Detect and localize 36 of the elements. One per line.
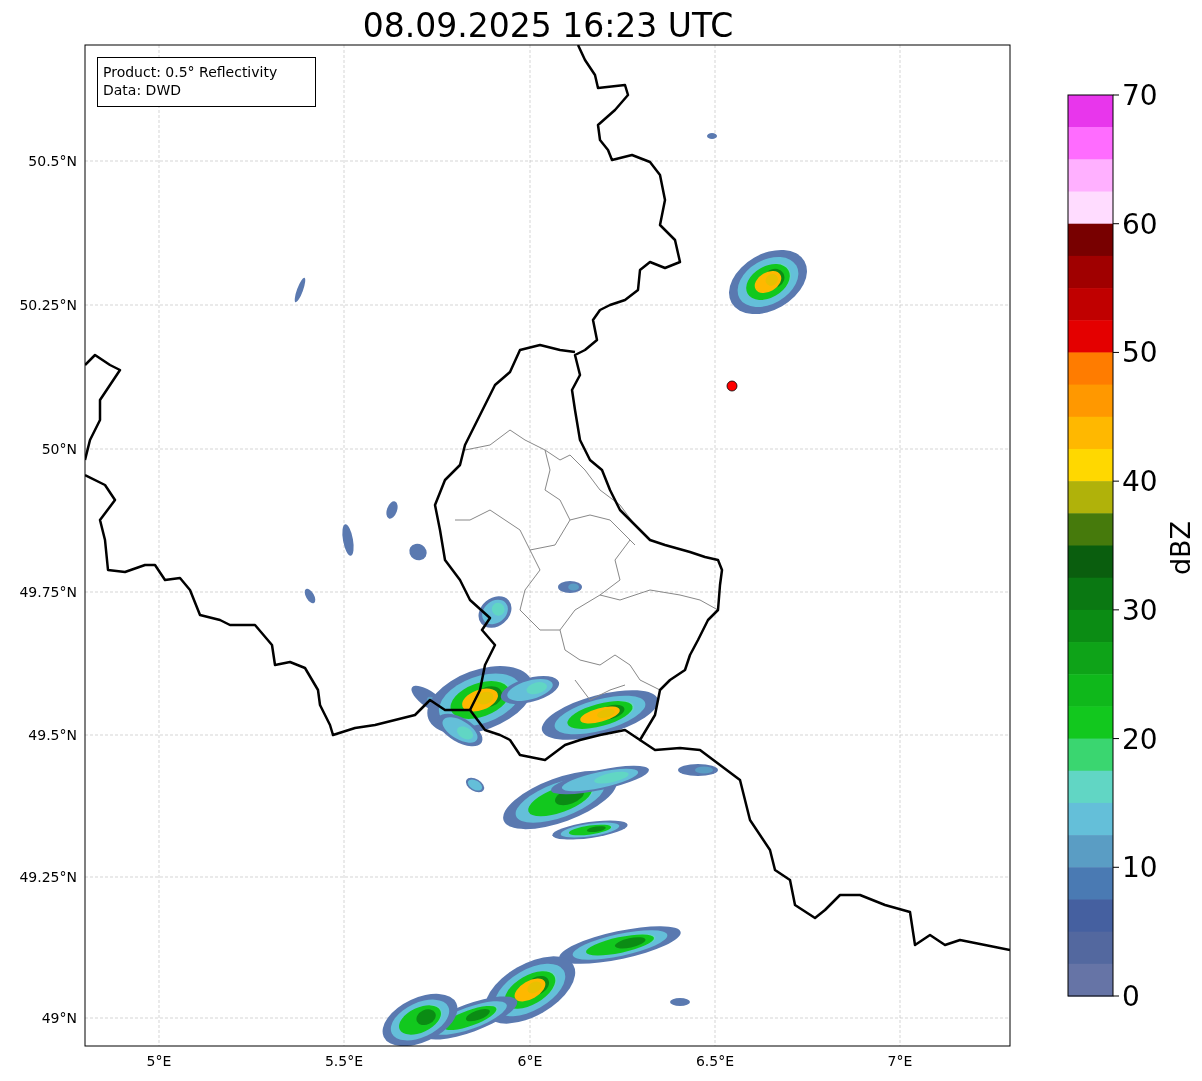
- radar-echo: [409, 543, 427, 561]
- axis-tick-label: 50.25°N: [19, 297, 77, 313]
- radar-echo: [342, 524, 354, 556]
- axis-tick-label: 6.5°E: [695, 1053, 735, 1069]
- axis-tick-label: 49°N: [41, 1010, 77, 1026]
- colorbar-tick-label: 60: [1122, 207, 1158, 241]
- radar-echo: [386, 501, 398, 519]
- colorbar-tick-label: 0: [1122, 980, 1140, 1013]
- colorbar-tick-label: 70: [1122, 79, 1158, 112]
- colorbar-tick-label: 10: [1122, 851, 1158, 885]
- axis-tick-label: 5°E: [146, 1053, 172, 1069]
- info-text: Data: DWD: [103, 82, 181, 98]
- colorbar-label: dBZ: [1165, 520, 1196, 576]
- radar-echo: [707, 133, 717, 139]
- colorbar-tick-label: 40: [1122, 465, 1158, 499]
- colorbar-tick-label: 20: [1122, 722, 1158, 756]
- axis-tick-label: 49.5°N: [28, 727, 77, 743]
- axis-tick-label: 7°E: [887, 1053, 913, 1069]
- colorbar-tick-label: 50: [1122, 336, 1158, 370]
- radar-echo: [670, 998, 690, 1006]
- axis-tick-label: 6°E: [517, 1053, 543, 1069]
- axis-tick-label: 49.75°N: [19, 584, 77, 600]
- colorbar-tick-label: 30: [1122, 593, 1158, 627]
- plot-title: 08.09.2025 16:23 UTC: [362, 6, 734, 45]
- radar-echo: [478, 596, 512, 628]
- radar-echo: [678, 764, 718, 776]
- axis-tick-label: 50.5°N: [28, 153, 77, 169]
- radar-echo: [558, 581, 582, 593]
- axis-tick-label: 50°N: [41, 441, 77, 457]
- radar-echo: [465, 777, 485, 793]
- axis-tick-label: 5.5°E: [324, 1053, 364, 1069]
- axis-tick-label: 49.25°N: [19, 869, 77, 885]
- info-text: Product: 0.5° Reflectivity: [103, 64, 278, 80]
- radar-site-marker: [726, 380, 738, 392]
- radar-echo: [304, 588, 316, 604]
- radar-echo: [294, 277, 306, 303]
